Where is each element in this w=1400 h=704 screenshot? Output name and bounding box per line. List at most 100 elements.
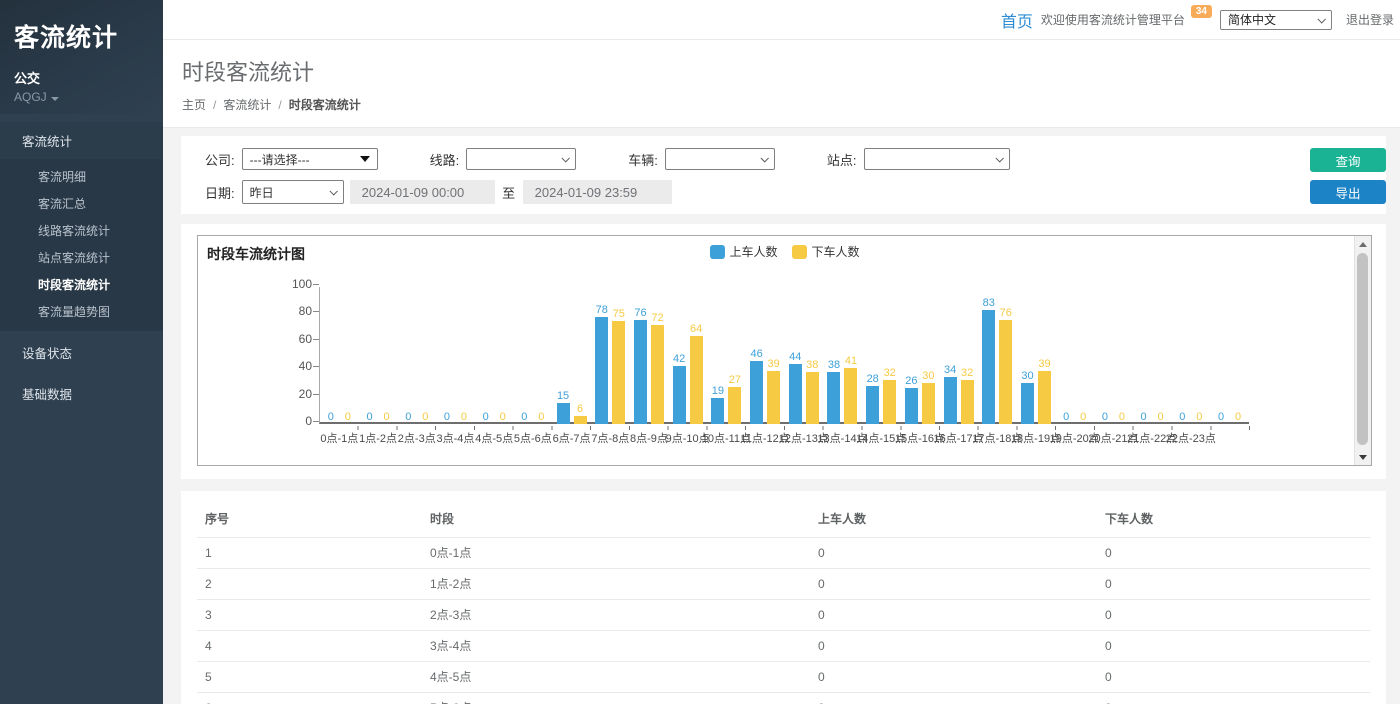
table-cell: 0点-1点 (422, 538, 810, 569)
page-heading: 时段客流统计 主页/客流统计/时段客流统计 (163, 40, 1400, 128)
legend-item-alighting[interactable]: 下车人数 (792, 243, 860, 260)
chart-bar[interactable] (711, 398, 724, 424)
table-row[interactable]: 32点-3点00 (197, 600, 1370, 631)
notification-badge[interactable]: 34 (1191, 5, 1212, 18)
chart-bar[interactable] (612, 321, 625, 424)
table-header-row: 序号 时段 上车人数 下车人数 (197, 501, 1370, 538)
table-row[interactable]: 10点-1点00 (197, 538, 1370, 569)
chart-bar[interactable] (634, 320, 647, 424)
chart-category: 0019点-20点 (1055, 287, 1094, 422)
scroll-down-icon[interactable] (1355, 449, 1371, 465)
chart-bar[interactable] (574, 416, 587, 424)
scrollbar-thumb[interactable] (1357, 253, 1368, 445)
bar-value-label: 0 (1102, 411, 1108, 424)
language-select[interactable]: 简体中文 (1220, 10, 1332, 30)
chart-bar[interactable] (905, 388, 918, 424)
company-select[interactable]: ---请选择--- (242, 148, 378, 170)
date-preset-select[interactable]: 昨日 (242, 180, 344, 204)
chart-bar[interactable] (806, 372, 819, 424)
table-cell: 0 (810, 600, 1097, 631)
chart-bar[interactable] (557, 403, 570, 424)
chart-category: 303918点-19点 (1017, 287, 1056, 422)
chart-bar[interactable] (961, 380, 974, 424)
chart-category: 463911点-12点 (746, 287, 785, 422)
date-to-input[interactable]: 2024-01-09 23:59 (523, 180, 672, 204)
chart-bar[interactable] (690, 336, 703, 424)
chevron-down-icon (329, 187, 337, 195)
date-to-separator: 至 (495, 180, 523, 204)
table-cell: 5点-6点 (422, 693, 810, 704)
chart-bar[interactable] (595, 317, 608, 424)
export-button[interactable]: 导出 (1310, 180, 1386, 204)
chart-bar[interactable] (982, 310, 995, 424)
date-from-input[interactable]: 2024-01-09 00:00 (350, 180, 495, 204)
sidebar-subitem-passenger-summary[interactable]: 客流汇总 (0, 190, 163, 217)
sidebar-item-base-data[interactable]: 基础数据 (0, 374, 163, 413)
chart-bar[interactable] (651, 325, 664, 424)
chart-scrollbar[interactable] (1354, 236, 1371, 465)
chart-bar[interactable] (728, 387, 741, 424)
table-row[interactable]: 21点-2点00 (197, 569, 1370, 600)
breadcrumb-home[interactable]: 主页 (182, 98, 206, 112)
filter-row-2: 日期: 昨日 2024-01-09 00:00 至 2024-01-09 23:… (197, 180, 1370, 204)
bar-value-label: 15 (557, 390, 569, 403)
station-label: 站点: (827, 150, 857, 169)
bar-value-label: 30 (1021, 370, 1033, 383)
main-area: 首页 欢迎使用客流统计管理平台 34 简体中文 退出登录 时段客流统计 主页/客… (163, 0, 1400, 704)
chart-bar[interactable] (789, 364, 802, 424)
home-link[interactable]: 首页 (1001, 8, 1033, 32)
table-cell: 0 (1097, 693, 1370, 704)
bar-value-label: 83 (983, 297, 995, 310)
logout-link[interactable]: 退出登录 (1346, 11, 1394, 28)
chart-bar[interactable] (999, 320, 1012, 424)
chart-bar[interactable] (827, 372, 840, 424)
bar-value-label: 0 (538, 411, 544, 424)
chart-container: 时段车流统计图 上车人数 下车人数 020406080100000点-1点001… (197, 235, 1372, 466)
y-axis-tick (313, 394, 319, 395)
legend-item-boarding[interactable]: 上车人数 (709, 243, 777, 260)
chart-bar[interactable] (767, 371, 780, 424)
sidebar-subitem-period-stats[interactable]: 时段客流统计 (0, 271, 163, 298)
bar-value-label: 19 (712, 385, 724, 398)
bar-value-label: 0 (1196, 411, 1202, 424)
table-row[interactable]: 65点-6点00 (197, 693, 1370, 704)
table-row[interactable]: 54点-5点00 (197, 662, 1370, 693)
chart-bar[interactable] (922, 383, 935, 424)
company-label: 公司: (205, 150, 235, 169)
account-dropdown[interactable]: AQGJ (14, 90, 149, 104)
station-select[interactable] (864, 148, 1010, 170)
breadcrumb-current: 时段客流统计 (289, 98, 361, 112)
line-label: 线路: (430, 150, 460, 169)
bar-value-label: 0 (1080, 411, 1086, 424)
x-axis-label: 8点-9点 (630, 430, 668, 446)
chart-bar[interactable] (673, 366, 686, 424)
chart-bar[interactable] (1021, 383, 1034, 424)
bar-value-label: 0 (1141, 411, 1147, 424)
y-axis-label: 100 (278, 277, 312, 291)
chart-bar[interactable] (944, 377, 957, 424)
chart-bar[interactable] (1038, 371, 1051, 424)
bar-value-label: 0 (328, 411, 334, 424)
sidebar-subitem-trend-chart[interactable]: 客流量趋势图 (0, 298, 163, 325)
chart-bar[interactable] (866, 386, 879, 424)
breadcrumb-passenger-stats[interactable]: 客流统计 (223, 98, 271, 112)
sidebar-subitem-passenger-detail[interactable]: 客流明细 (0, 163, 163, 190)
y-axis-label: 0 (278, 414, 312, 428)
app-title: 客流统计 (14, 18, 149, 54)
date-label: 日期: (205, 183, 235, 202)
table-row[interactable]: 43点-4点00 (197, 631, 1370, 662)
passenger-stats-submenu: 客流明细 客流汇总 线路客流统计 站点客流统计 时段客流统计 客流量趋势图 (0, 159, 163, 331)
chart-bar[interactable] (844, 368, 857, 424)
topbar: 首页 欢迎使用客流统计管理平台 34 简体中文 退出登录 (163, 0, 1400, 40)
line-select[interactable] (466, 148, 576, 170)
scroll-up-icon[interactable] (1355, 236, 1371, 252)
sidebar-item-device-status[interactable]: 设备状态 (0, 333, 163, 372)
sidebar-subitem-station-stats[interactable]: 站点客流统计 (0, 244, 163, 271)
sidebar-item-passenger-stats[interactable]: 客流统计 (0, 122, 163, 159)
chart-category: 001点-2点 (359, 287, 398, 422)
vehicle-select[interactable] (665, 148, 775, 170)
query-button[interactable]: 查询 (1310, 148, 1386, 172)
chart-bar[interactable] (883, 380, 896, 424)
sidebar-subitem-line-stats[interactable]: 线路客流统计 (0, 217, 163, 244)
chart-bar[interactable] (750, 361, 763, 424)
